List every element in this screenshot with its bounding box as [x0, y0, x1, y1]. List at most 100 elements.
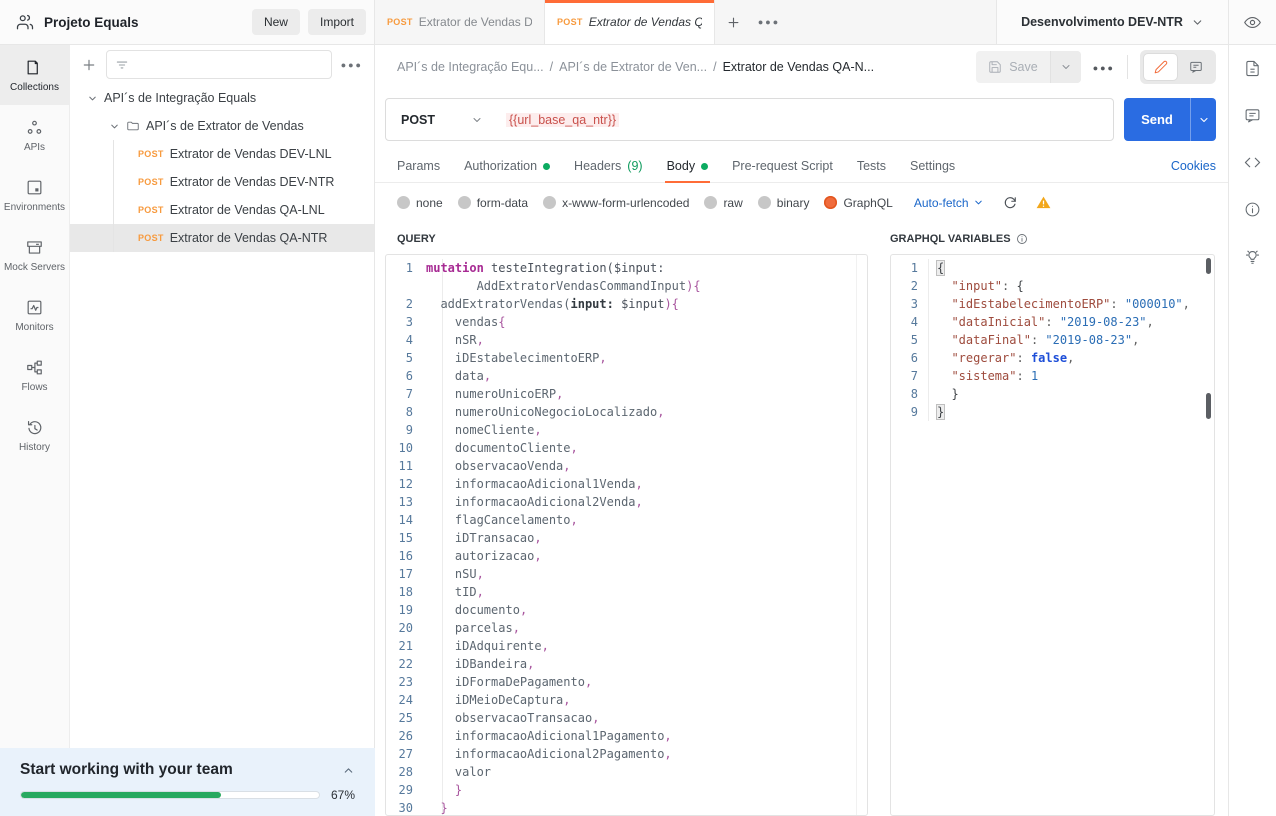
tab-options-icon[interactable]: ●●●	[751, 0, 787, 44]
code-snippet-button[interactable]	[1229, 139, 1276, 186]
sidebar-item-monitors[interactable]: Monitors	[0, 285, 69, 345]
sidebar-item-environments[interactable]: Environments	[0, 165, 69, 225]
line-number: 28	[386, 763, 426, 781]
code-line: 7 numeroUnicoERP,	[386, 385, 867, 403]
tab-authorization[interactable]: Authorization	[464, 150, 550, 182]
collapse-banner-button[interactable]	[342, 764, 355, 777]
breadcrumb-request[interactable]: Extrator de Vendas QA-N...	[723, 60, 874, 74]
autofetch-dropdown[interactable]: Auto-fetch	[914, 196, 984, 210]
send-options-button[interactable]	[1190, 98, 1216, 141]
sidebar-item-mock-servers[interactable]: Mock Servers	[0, 225, 69, 285]
sidebar-item-flows[interactable]: Flows	[0, 345, 69, 405]
body-type-form-data[interactable]: form-data	[458, 196, 528, 210]
tab-pre-request-script[interactable]: Pre-request Script	[732, 150, 833, 182]
sidebar-item-apis[interactable]: APIs	[0, 105, 69, 165]
query-code[interactable]: 1mutation testeIntegration($input: AddEx…	[386, 255, 867, 815]
collection-name: API´s de Integração Equals	[104, 91, 256, 105]
tab-label: Settings	[910, 159, 955, 173]
cookies-link[interactable]: Cookies	[1171, 159, 1216, 173]
sidebar-filter-box[interactable]	[106, 50, 332, 79]
info-icon[interactable]	[1016, 233, 1028, 245]
save-options-button[interactable]	[1050, 51, 1081, 83]
tab-settings[interactable]: Settings	[910, 150, 955, 182]
code-line: 7 "sistema": 1	[891, 367, 1214, 385]
line-number: 2	[891, 277, 929, 295]
code-line: 26 informacaoAdicional1Pagamento,	[386, 727, 867, 745]
sidebar-options-icon[interactable]: ●●●	[341, 60, 363, 70]
body-type-row: none form-data x-www-form-urlencoded raw…	[375, 183, 1228, 222]
code-line: 5 iDEstabelecimentoERP,	[386, 349, 867, 367]
refresh-schema-icon[interactable]	[1003, 196, 1017, 210]
schema-warning-icon[interactable]	[1036, 195, 1051, 210]
request-tab-qa[interactable]: POST Extrator de Vendas QA-	[545, 0, 715, 44]
add-collection-button[interactable]	[81, 57, 97, 73]
radio-label: none	[416, 196, 443, 210]
request-tab-dev[interactable]: POST Extrator de Vendas DEV-	[375, 0, 545, 44]
comments-button[interactable]	[1229, 92, 1276, 139]
folder-row[interactable]: API´s de Extrator de Vendas	[70, 112, 374, 140]
request-row[interactable]: POST Extrator de Vendas DEV-NTR	[70, 168, 374, 196]
line-number: 6	[891, 349, 929, 367]
code-line: AddExtratorVendasCommandInput){	[386, 277, 867, 295]
tab-label: Extrator de Vendas DEV-	[419, 15, 532, 29]
sidebar-toolbar: ●●●	[70, 45, 374, 84]
request-row[interactable]: POST Extrator de Vendas DEV-LNL	[70, 140, 374, 168]
tab-params[interactable]: Params	[397, 150, 440, 182]
sidebar-item-history[interactable]: History	[0, 405, 69, 465]
method-dropdown[interactable]: POST	[386, 113, 498, 127]
tab-tests[interactable]: Tests	[857, 150, 886, 182]
request-header-row: API´s de Integração Equ... / API´s de Ex…	[375, 45, 1228, 89]
line-number: 17	[386, 565, 426, 583]
request-row-selected[interactable]: POST Extrator de Vendas QA-NTR	[70, 224, 374, 252]
nav-label: Environments	[4, 202, 65, 213]
import-button[interactable]: Import	[308, 9, 366, 35]
scrollbar-thumb[interactable]	[1206, 393, 1211, 419]
tab-body[interactable]: Body	[667, 150, 709, 182]
edit-comment-toggle	[1140, 50, 1216, 84]
tab-label: Tests	[857, 159, 886, 173]
query-scrollbar[interactable]	[856, 255, 857, 815]
collections-icon	[25, 58, 44, 77]
line-number: 25	[386, 709, 426, 727]
pull-requests-button[interactable]	[1229, 233, 1276, 280]
line-number: 20	[386, 619, 426, 637]
request-info-button[interactable]	[1229, 186, 1276, 233]
body-type-binary[interactable]: binary	[758, 196, 810, 210]
documentation-button[interactable]	[1229, 45, 1276, 92]
tab-headers[interactable]: Headers(9)	[574, 150, 643, 182]
code-line: 2 addExtratorVendas(input: $input){	[386, 295, 867, 313]
chevron-down-icon[interactable]	[87, 93, 98, 104]
edit-mode-button[interactable]	[1143, 53, 1178, 81]
request-options-icon[interactable]: ●●●	[1093, 60, 1115, 74]
request-name: Extrator de Vendas DEV-LNL	[170, 147, 332, 161]
apis-icon	[25, 118, 44, 137]
breadcrumb-folder[interactable]: API´s de Extrator de Ven...	[559, 60, 707, 74]
send-button[interactable]: Send	[1124, 98, 1190, 141]
scrollbar-thumb[interactable]	[1206, 258, 1211, 274]
body-type-urlencoded[interactable]: x-www-form-urlencoded	[543, 196, 689, 210]
query-editor[interactable]: 1mutation testeIntegration($input: AddEx…	[385, 254, 868, 816]
variables-code[interactable]: 1{2 "input": {3 "idEstabelecimentoERP": …	[891, 255, 1214, 815]
right-context-rail	[1228, 45, 1276, 816]
environment-quick-look-button[interactable]	[1228, 0, 1276, 44]
body-type-none[interactable]: none	[397, 196, 443, 210]
request-row[interactable]: POST Extrator de Vendas QA-LNL	[70, 196, 374, 224]
breadcrumb-collection[interactable]: API´s de Integração Equ...	[397, 60, 544, 74]
tab-label: Extrator de Vendas QA-	[589, 15, 702, 29]
body-type-graphql[interactable]: GraphQL	[824, 196, 892, 210]
breadcrumb-separator: /	[550, 60, 553, 74]
radio-icon	[704, 196, 717, 209]
environment-selector[interactable]: Desenvolvimento DEV-NTR	[996, 0, 1228, 44]
save-button[interactable]: Save	[976, 51, 1050, 83]
sidebar-item-collections[interactable]: Collections	[0, 45, 69, 105]
body-type-raw[interactable]: raw	[704, 196, 742, 210]
collection-row[interactable]: API´s de Integração Equals	[70, 84, 374, 112]
folder-icon	[126, 119, 140, 133]
chevron-down-icon[interactable]	[109, 121, 120, 132]
comment-mode-button[interactable]	[1178, 53, 1213, 81]
url-input[interactable]: {{url_base_qa_ntr}}	[498, 113, 627, 127]
variables-editor[interactable]: 1{2 "input": {3 "idEstabelecimentoERP": …	[890, 254, 1215, 816]
sidebar-filter-input[interactable]	[135, 58, 323, 72]
new-tab-button[interactable]	[715, 0, 751, 44]
new-button[interactable]: New	[252, 9, 300, 35]
